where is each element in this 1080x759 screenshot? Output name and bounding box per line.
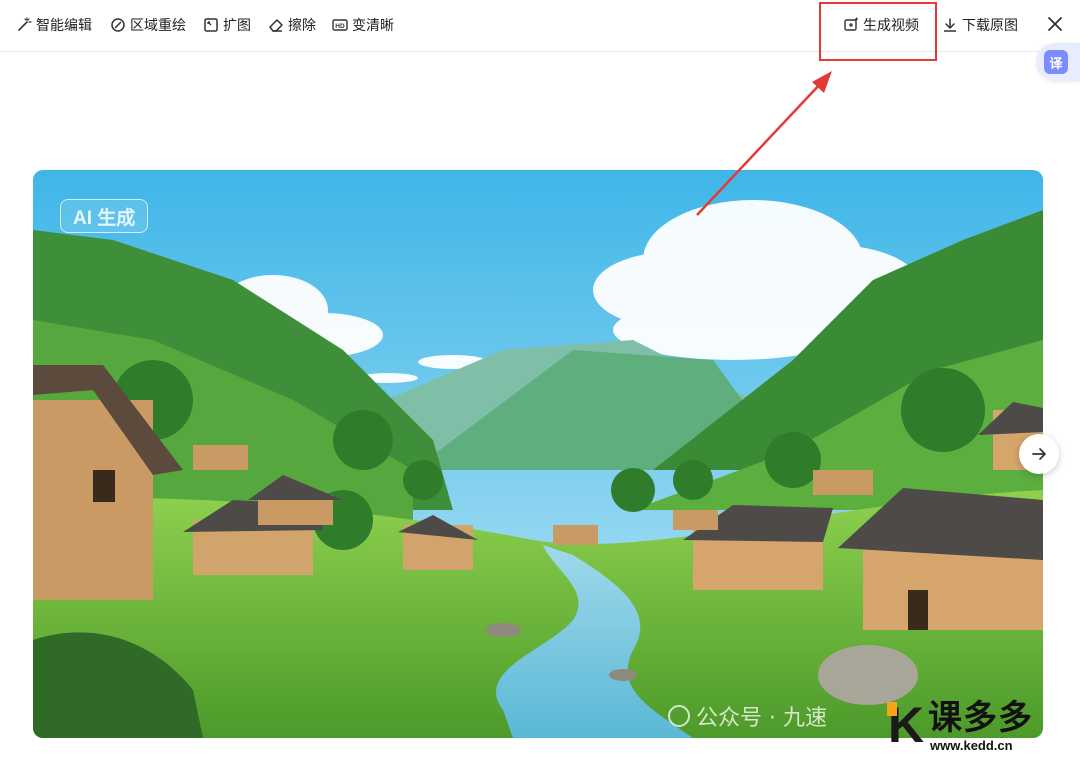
toolbar: 智能编辑 区域重绘 扩图 擦除 HD 变清晰 生成视频 下载原图 bbox=[0, 0, 1080, 52]
close-icon bbox=[1048, 17, 1062, 31]
expand-icon bbox=[204, 18, 218, 32]
generated-image: AI 生成 bbox=[33, 170, 1043, 738]
village-landscape-image bbox=[33, 170, 1043, 738]
magic-wand-icon bbox=[18, 17, 32, 31]
upscale-label: 变清晰 bbox=[352, 18, 394, 34]
eraser-icon bbox=[269, 19, 283, 32]
wechat-icon bbox=[668, 705, 690, 727]
arrow-right-icon bbox=[1032, 448, 1046, 460]
erase-label: 擦除 bbox=[288, 18, 316, 34]
expand-image-label: 扩图 bbox=[223, 18, 251, 34]
download-original-label: 下载原图 bbox=[962, 18, 1018, 34]
ai-generated-badge: AI 生成 bbox=[60, 199, 149, 233]
region-repaint-button[interactable]: 区域重绘 bbox=[110, 12, 186, 38]
logo-name: 课多多 bbox=[928, 698, 1033, 738]
logo-k-icon: K bbox=[887, 697, 925, 753]
generate-video-label: 生成视频 bbox=[863, 18, 919, 34]
download-original-button[interactable]: 下载原图 bbox=[942, 12, 1018, 38]
upscale-button[interactable]: HD 变清晰 bbox=[332, 12, 394, 38]
watermark-text: 公众号 · 九速 bbox=[668, 700, 827, 732]
smart-edit-label: 智能编辑 bbox=[36, 18, 92, 34]
svg-text:HD: HD bbox=[335, 23, 345, 30]
erase-button[interactable]: 擦除 bbox=[268, 12, 316, 38]
generate-video-button[interactable]: 生成视频 bbox=[843, 12, 919, 38]
translate-button[interactable]: 译 bbox=[1036, 43, 1080, 81]
expand-image-button[interactable]: 扩图 bbox=[203, 12, 251, 38]
logo-url: www.kedd.cn bbox=[930, 738, 1013, 753]
download-icon bbox=[944, 18, 956, 32]
translate-icon: 译 bbox=[1044, 50, 1068, 74]
brush-icon bbox=[111, 18, 125, 32]
close-button[interactable] bbox=[1045, 14, 1065, 34]
watermark-label: 公众号 · 九速 bbox=[696, 706, 827, 731]
region-repaint-label: 区域重绘 bbox=[130, 18, 186, 34]
next-image-button[interactable] bbox=[1019, 434, 1059, 474]
site-logo: K 课多多 www.kedd.cn bbox=[887, 697, 1078, 756]
video-plus-icon bbox=[844, 17, 858, 31]
smart-edit-button[interactable]: 智能编辑 bbox=[16, 12, 92, 38]
hd-icon: HD bbox=[332, 19, 348, 31]
